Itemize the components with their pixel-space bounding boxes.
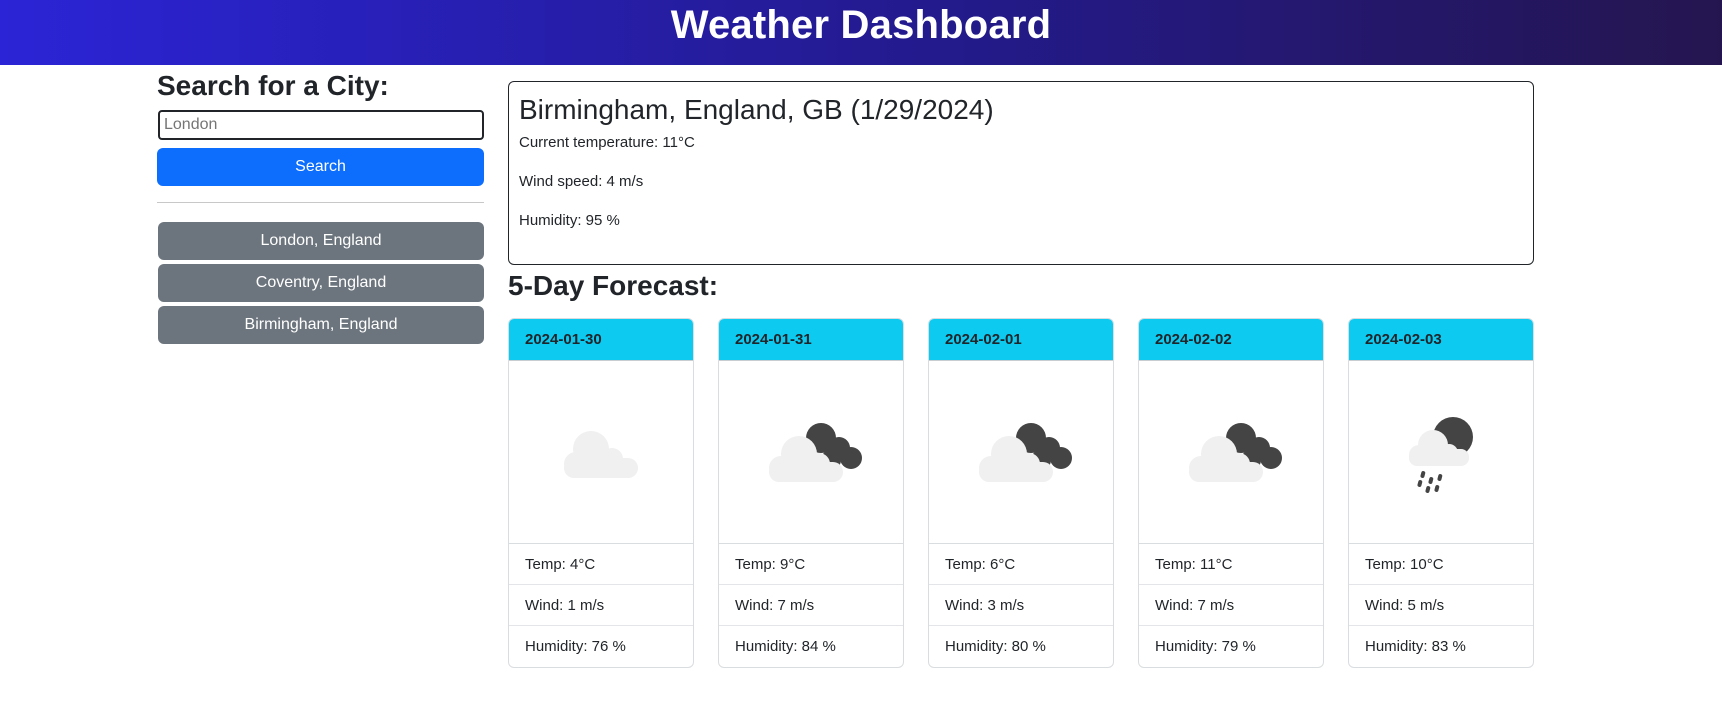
city-search-input[interactable] bbox=[158, 110, 484, 140]
search-sidebar: Search for a City: Search London, Englan… bbox=[157, 70, 484, 348]
icon-area bbox=[1349, 361, 1533, 544]
forecast-humidity: Humidity: 84 % bbox=[735, 638, 836, 655]
broken-clouds-icon bbox=[1189, 423, 1282, 482]
forecast-date: 2024-02-02 bbox=[1139, 319, 1323, 361]
current-weather-card: Birmingham, England, GB (1/29/2024) Curr… bbox=[508, 81, 1534, 265]
icon-area bbox=[929, 361, 1113, 544]
current-temperature: Current temperature: 11°C bbox=[519, 134, 695, 151]
forecast-wind: Wind: 7 m/s bbox=[1139, 585, 1323, 626]
icon-area bbox=[719, 361, 903, 544]
forecast-humidity: Humidity: 80 % bbox=[945, 638, 1046, 655]
forecast-humidity: Humidity: 83 % bbox=[1365, 638, 1466, 655]
search-heading: Search for a City: bbox=[157, 70, 389, 101]
broken-clouds-icon bbox=[979, 423, 1072, 482]
forecast-temp: Temp: 6°C bbox=[929, 544, 1113, 585]
forecast-date: 2024-02-01 bbox=[929, 319, 1113, 361]
forecast-temp: Temp: 9°C bbox=[719, 544, 903, 585]
forecast-temp: Temp: 11°C bbox=[1139, 544, 1323, 585]
divider bbox=[157, 202, 484, 203]
history-button-birmingham[interactable]: Birmingham, England bbox=[158, 306, 484, 344]
icon-area bbox=[509, 361, 693, 544]
forecast-wind: Wind: 3 m/s bbox=[929, 585, 1113, 626]
search-button[interactable]: Search bbox=[157, 148, 484, 186]
forecast-date: 2024-01-31 bbox=[719, 319, 903, 361]
current-wind: Wind speed: 4 m/s bbox=[519, 173, 644, 190]
forecast-temp: Temp: 10°C bbox=[1349, 544, 1533, 585]
forecast-humidity: Humidity: 79 % bbox=[1155, 638, 1256, 655]
search-history: London, England Coventry, England Birmin… bbox=[157, 222, 484, 344]
current-city-title: Birmingham, England, GB (1/29/2024) bbox=[519, 94, 994, 125]
forecast-humidity: Humidity: 76 % bbox=[525, 638, 626, 655]
app-header: Weather Dashboard bbox=[0, 0, 1722, 65]
forecast-card: 2024-02-01 Temp: 6°C Wind: 3 m/s Humidit bbox=[928, 318, 1114, 668]
forecast-cards: 2024-01-30 Temp: 4°C Wind: 1 m/s Humidit… bbox=[508, 318, 1535, 668]
forecast-date: 2024-02-03 bbox=[1349, 319, 1533, 361]
forecast-wind: Wind: 1 m/s bbox=[509, 585, 693, 626]
forecast-card: 2024-02-03 Temp: 10°C Wind: 5 m/s Humidi… bbox=[1348, 318, 1534, 668]
rain-icon bbox=[1409, 417, 1473, 493]
history-button-coventry[interactable]: Coventry, England bbox=[158, 264, 484, 302]
history-button-london[interactable]: London, England bbox=[158, 222, 484, 260]
forecast-temp: Temp: 4°C bbox=[509, 544, 693, 585]
cloud-icon bbox=[564, 431, 638, 478]
forecast-wind: Wind: 7 m/s bbox=[719, 585, 903, 626]
forecast-card: 2024-01-31 Temp: 9°C Wind: 7 m/s Humidit bbox=[718, 318, 904, 668]
current-humidity: Humidity: 95 % bbox=[519, 212, 620, 229]
forecast-wind: Wind: 5 m/s bbox=[1349, 585, 1533, 626]
forecast-date: 2024-01-30 bbox=[509, 319, 693, 361]
forecast-card: 2024-01-30 Temp: 4°C Wind: 1 m/s Humidit… bbox=[508, 318, 694, 668]
forecast-card: 2024-02-02 Temp: 11°C Wind: 7 m/s Humidi bbox=[1138, 318, 1324, 668]
icon-area bbox=[1139, 361, 1323, 544]
forecast-heading: 5-Day Forecast: bbox=[508, 270, 719, 301]
broken-clouds-icon bbox=[769, 423, 862, 482]
page-title: Weather Dashboard bbox=[670, 3, 1052, 47]
